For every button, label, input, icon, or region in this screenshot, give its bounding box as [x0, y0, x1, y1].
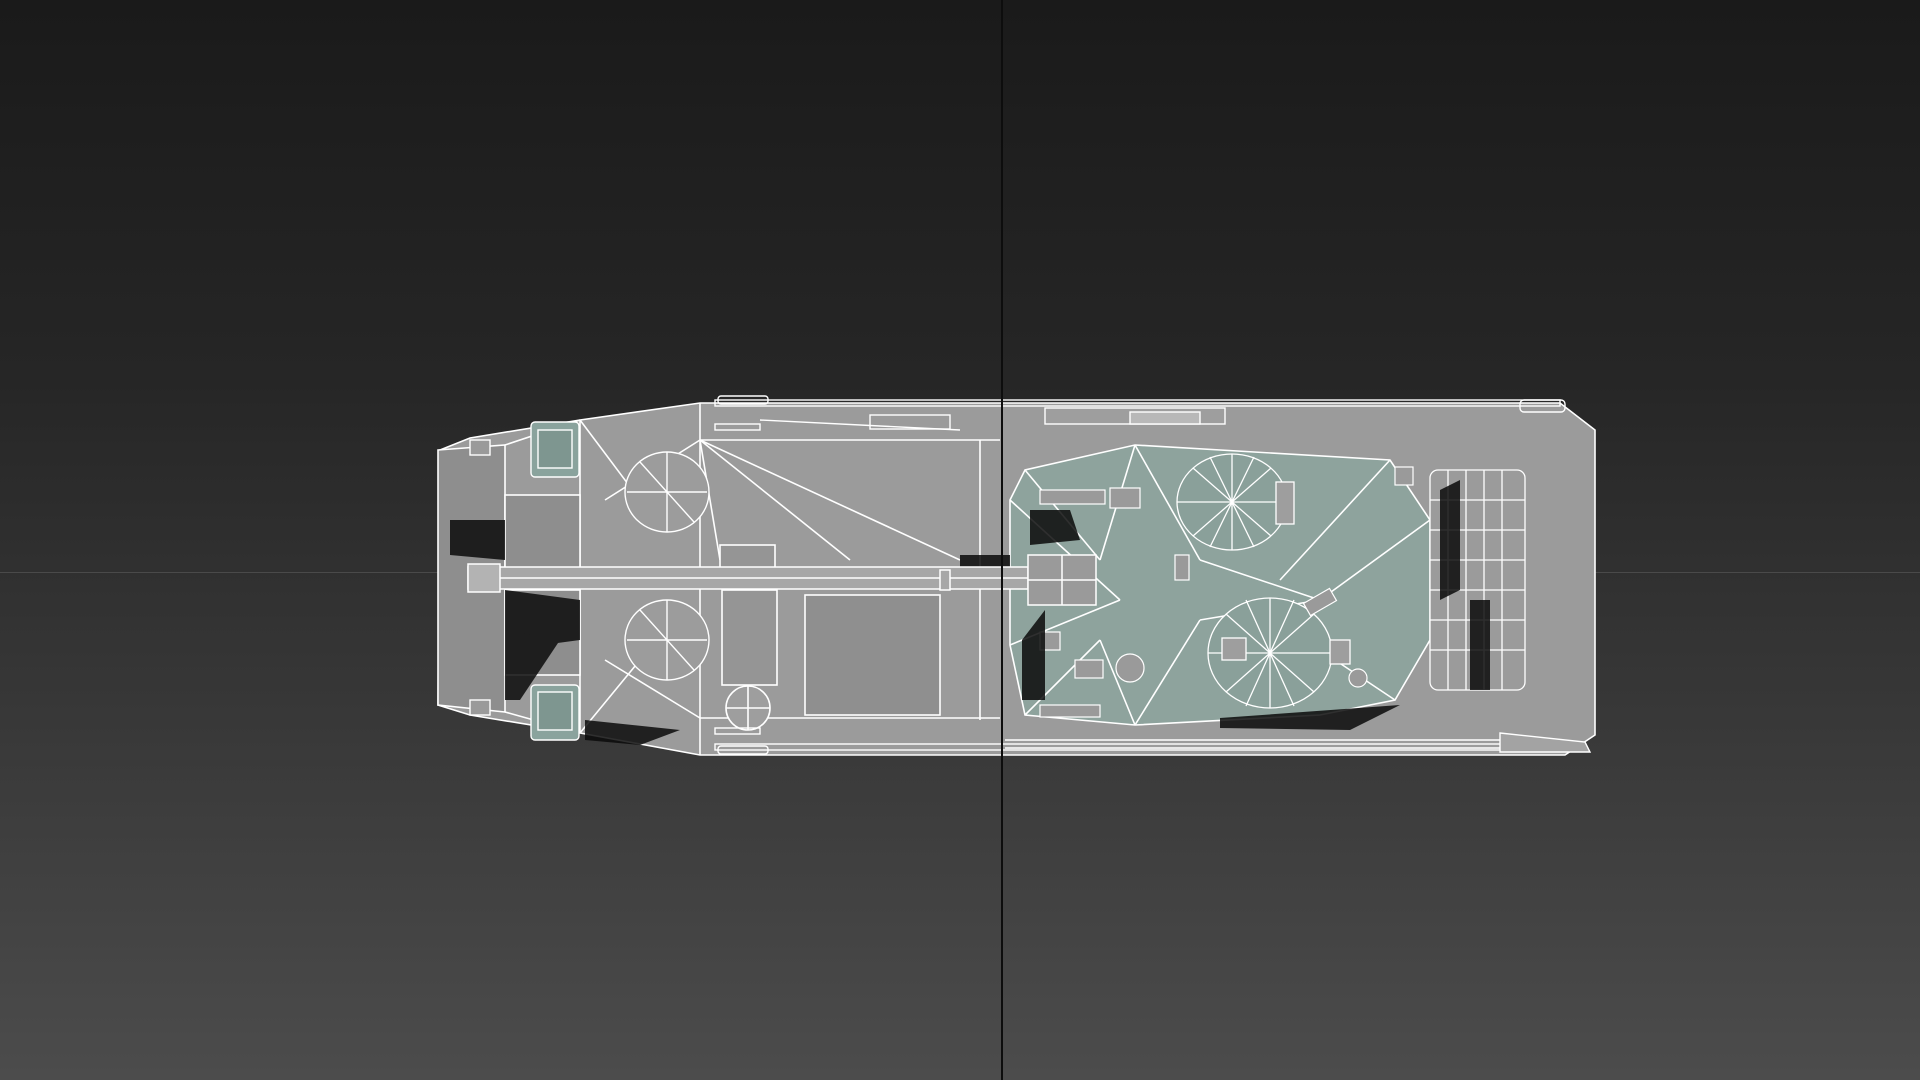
vehicle-wireframe-model[interactable]	[0, 0, 1920, 1080]
3d-viewport[interactable]	[0, 0, 1920, 1080]
